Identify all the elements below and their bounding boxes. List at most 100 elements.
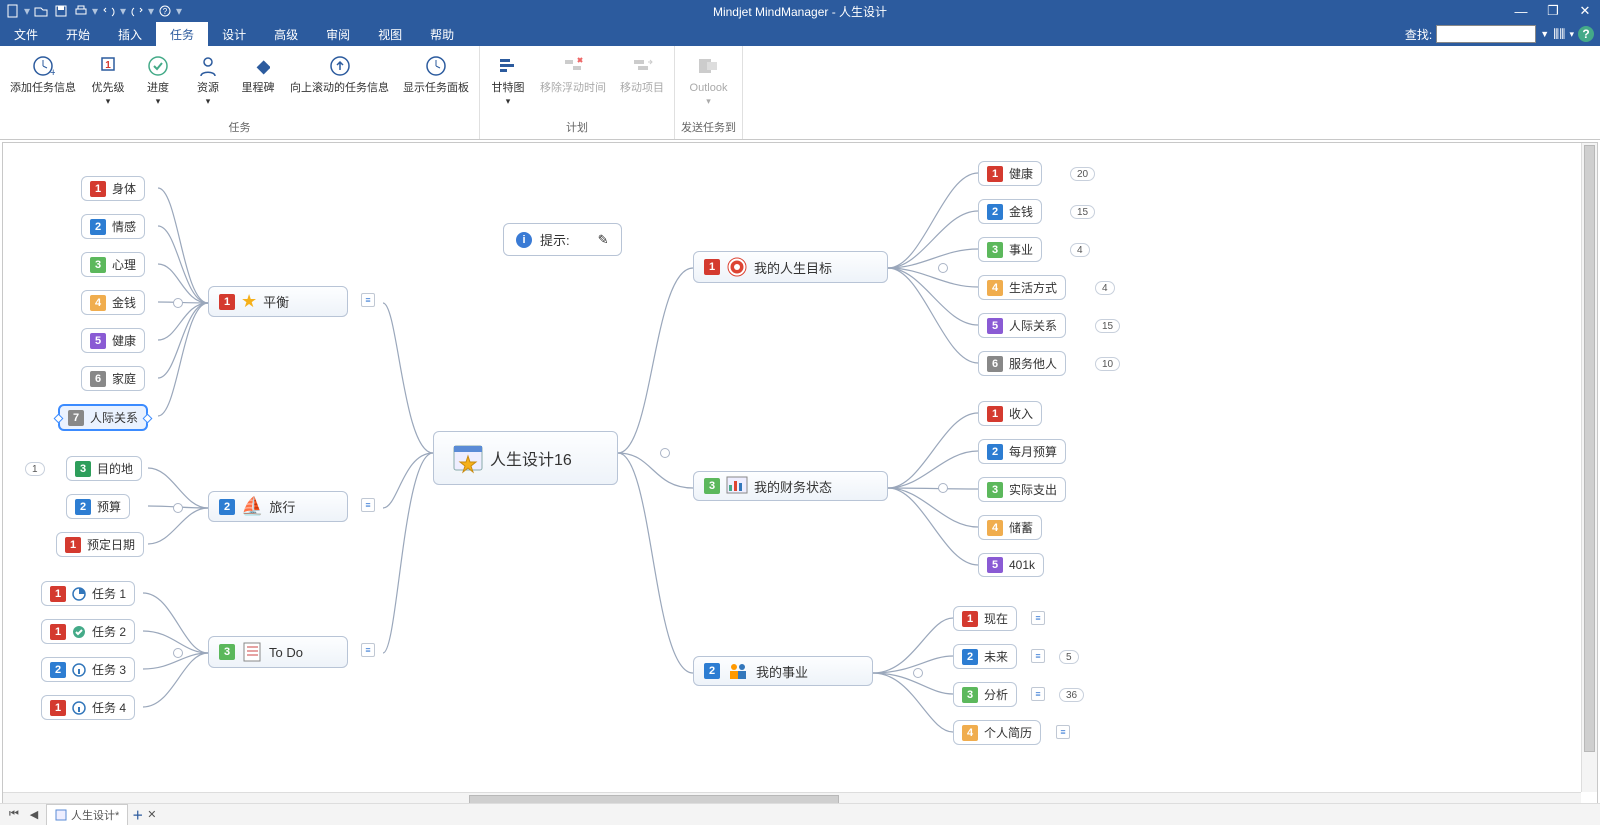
count-pill[interactable]: 10 (1095, 357, 1120, 371)
tab-nav-prev[interactable]: ◀ (26, 808, 42, 821)
qat-new-icon[interactable] (4, 2, 22, 20)
leaf-resume[interactable]: 4个人简历 (953, 720, 1041, 745)
node-travel[interactable]: 2 ⛵ 旅行 (208, 491, 348, 522)
count-pill[interactable]: 15 (1070, 205, 1095, 219)
node-life-goals[interactable]: 1 我的人生目标 (693, 251, 888, 283)
count-pill[interactable]: 4 (1070, 243, 1090, 257)
tab-nav-first[interactable]: ⏮ (6, 808, 22, 821)
count-pill[interactable]: 36 (1059, 688, 1084, 702)
vertical-scrollbar[interactable] (1581, 143, 1597, 792)
collapse-handle[interactable] (173, 298, 183, 308)
qat-save-icon[interactable] (52, 2, 70, 20)
ribbon-task-panel[interactable]: 显示任务面板 (399, 50, 473, 117)
note-icon[interactable]: ≡ (1031, 687, 1045, 701)
ribbon-priority[interactable]: 1优先级▾ (86, 50, 130, 117)
leaf-emotion[interactable]: 2情感 (81, 214, 145, 239)
tip-box[interactable]: i 提示: ✎ (503, 223, 622, 256)
search-options-icon[interactable]: ⦀⦀ (1553, 26, 1565, 43)
note-icon[interactable]: ≡ (361, 293, 375, 307)
leaf-family[interactable]: 6家庭 (81, 366, 145, 391)
leaf-relationship[interactable]: 5人际关系 (978, 313, 1066, 338)
leaf-task1[interactable]: 1任务 1 (41, 581, 135, 606)
ribbon-rollup[interactable]: 向上滚动的任务信息 (286, 50, 393, 117)
note-icon[interactable]: ≡ (361, 498, 375, 512)
note-icon[interactable]: ≡ (1031, 611, 1045, 625)
note-icon[interactable]: ≡ (361, 643, 375, 657)
edit-icon[interactable]: ✎ (598, 232, 609, 248)
count-pill[interactable]: 1 (25, 462, 45, 476)
leaf-future[interactable]: 2未来 (953, 644, 1017, 669)
menu-view[interactable]: 视图 (364, 22, 416, 47)
qat-open-icon[interactable] (32, 2, 50, 20)
leaf-spending[interactable]: 3实际支出 (978, 477, 1066, 502)
leaf-task4[interactable]: 1任务 4 (41, 695, 135, 720)
menu-file[interactable]: 文件 (0, 22, 52, 47)
collapse-handle[interactable] (173, 503, 183, 513)
menu-insert[interactable]: 插入 (104, 22, 156, 47)
menu-design[interactable]: 设计 (208, 22, 260, 47)
document-tab[interactable]: 人生设计* (46, 804, 128, 825)
tab-close-icon[interactable]: ✕ (147, 808, 156, 821)
close-button[interactable]: ✕ (1570, 0, 1600, 22)
qat-redo-icon[interactable] (128, 2, 146, 20)
menu-review[interactable]: 审阅 (312, 22, 364, 47)
menu-home[interactable]: 开始 (52, 22, 104, 47)
minimize-button[interactable]: — (1506, 0, 1536, 22)
help-icon[interactable]: ? (1578, 26, 1594, 42)
node-finance[interactable]: 3 我的财务状态 (693, 471, 888, 501)
menu-advanced[interactable]: 高级 (260, 22, 312, 47)
menu-task[interactable]: 任务 (156, 22, 208, 47)
collapse-handle[interactable] (173, 648, 183, 658)
ribbon-resource[interactable]: 资源▾ (186, 50, 230, 117)
count-pill[interactable]: 4 (1095, 281, 1115, 295)
leaf-career[interactable]: 3事业 (978, 237, 1042, 262)
node-career[interactable]: 2 我的事业 (693, 656, 873, 686)
search-menu-dd[interactable]: ▾ (1569, 29, 1574, 40)
search-dd-icon[interactable]: ▼ (1540, 29, 1549, 39)
center-node[interactable]: 人生设计16 (433, 431, 618, 485)
ribbon-gantt[interactable]: 甘特图▾ (486, 50, 530, 117)
leaf-money2[interactable]: 4金钱 (81, 290, 145, 315)
qat-help-icon[interactable]: ? (156, 2, 174, 20)
collapse-handle[interactable] (660, 448, 670, 458)
leaf-money[interactable]: 2金钱 (978, 199, 1042, 224)
ribbon-milestone[interactable]: 里程碑 (236, 50, 280, 117)
node-todo[interactable]: 3 To Do (208, 636, 348, 668)
count-pill[interactable]: 15 (1095, 319, 1120, 333)
collapse-handle[interactable] (938, 483, 948, 493)
leaf-savings[interactable]: 4储蓄 (978, 515, 1042, 540)
search-input[interactable] (1436, 25, 1536, 43)
leaf-destination[interactable]: 3目的地 (66, 456, 142, 481)
leaf-budget[interactable]: 2每月预算 (978, 439, 1066, 464)
leaf-bookdate[interactable]: 1预定日期 (56, 532, 144, 557)
leaf-health[interactable]: 1健康 (978, 161, 1042, 186)
leaf-task2[interactable]: 1任务 2 (41, 619, 135, 644)
leaf-relationship2[interactable]: 7人际关系 (58, 404, 148, 431)
leaf-lifestyle[interactable]: 4生活方式 (978, 275, 1066, 300)
qat-undo-icon[interactable] (100, 2, 118, 20)
leaf-body[interactable]: 1身体 (81, 176, 145, 201)
count-pill[interactable]: 20 (1070, 167, 1095, 181)
leaf-now[interactable]: 1现在 (953, 606, 1017, 631)
leaf-mind[interactable]: 3心理 (81, 252, 145, 277)
menu-help[interactable]: 帮助 (416, 22, 468, 47)
tab-add-icon[interactable]: ＋ (132, 807, 143, 823)
leaf-task3[interactable]: 2任务 3 (41, 657, 135, 682)
leaf-budget2[interactable]: 2预算 (66, 494, 130, 519)
qat-print-icon[interactable] (72, 2, 90, 20)
collapse-handle[interactable] (938, 263, 948, 273)
leaf-income[interactable]: 1收入 (978, 401, 1042, 426)
count-pill[interactable]: 5 (1059, 650, 1079, 664)
ribbon-add-task-info[interactable]: +添加任务信息 (6, 50, 80, 117)
collapse-handle[interactable] (913, 668, 923, 678)
note-icon[interactable]: ≡ (1056, 725, 1070, 739)
canvas[interactable]: i 提示: ✎ 人生设计16 1 我的人生目标 1健康 20 2金钱 15 3事… (2, 142, 1598, 809)
node-balance[interactable]: 1 ★ 平衡 (208, 286, 348, 317)
leaf-analysis[interactable]: 3分析 (953, 682, 1017, 707)
note-icon[interactable]: ≡ (1031, 649, 1045, 663)
leaf-health2[interactable]: 5健康 (81, 328, 145, 353)
leaf-401k[interactable]: 5401k (978, 553, 1044, 577)
maximize-button[interactable]: ❐ (1538, 0, 1568, 22)
leaf-serve[interactable]: 6服务他人 (978, 351, 1066, 376)
ribbon-progress[interactable]: 进度▾ (136, 50, 180, 117)
